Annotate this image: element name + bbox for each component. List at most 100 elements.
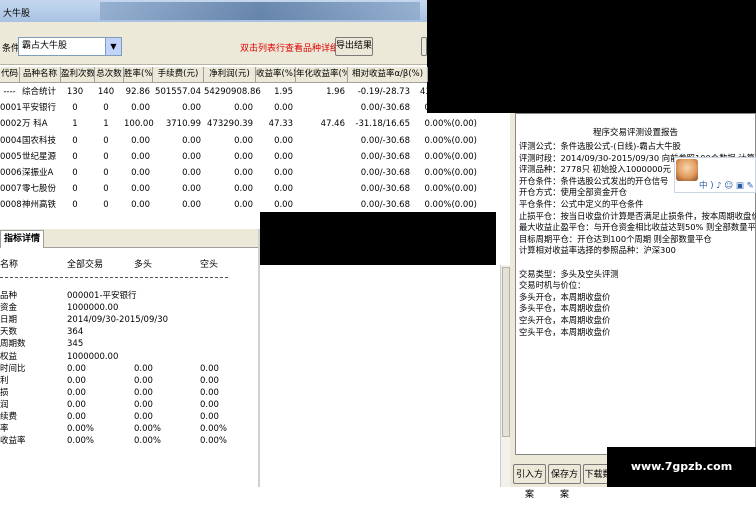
- blacked-out-area: [427, 0, 756, 113]
- detail-short-value: 0.00: [200, 412, 219, 422]
- grid-header: 代码 品种名称 盈利次数 总次数 胜率(%) 手续费(元) 净利润(元) 收益率…: [0, 67, 428, 83]
- avatar[interactable]: [676, 159, 698, 181]
- condition-value: 霸占大牛股: [22, 41, 68, 51]
- report-line: 开仓方式：使用全部资金开仓: [519, 187, 627, 198]
- table-cell: 0.00: [274, 168, 293, 178]
- report-line: 评测品种：2778只 初始投入1000000元: [519, 164, 671, 175]
- detail-all-value: 0.00: [67, 363, 86, 374]
- table-cell: 0.00%(0.00): [424, 168, 477, 178]
- table-cell: 47.46: [320, 119, 345, 130]
- detail-all-value: 000001-平安银行: [67, 291, 137, 301]
- table-cell: 0008: [0, 200, 22, 211]
- detail-all-value: 1000000.00: [67, 303, 119, 314]
- table-cell: -0.19/-28.73: [357, 87, 410, 97]
- table-cell: 零七股份: [22, 184, 57, 195]
- table-cell: 0: [72, 168, 78, 178]
- table-row[interactable]: 0001 平安银行 0 0 0.00 0.00 0.00 0.00 0.00/-30.68 0.0…: [0, 100, 477, 116]
- detail-name-value: 续费: [0, 412, 18, 422]
- table-row[interactable]: 0004 国农科技 0 0 0.00 0.00 0.00 0.00 0.00/-30.68 0.0…: [0, 133, 477, 149]
- detail-long-value: 0.00: [134, 363, 153, 374]
- col-net-profit[interactable]: 净利润(元): [204, 67, 256, 82]
- table-cell: 0.00: [131, 200, 150, 211]
- dashed-separator: [0, 277, 228, 278]
- table-row[interactable]: 0007 零七股份 0 0 0.00 0.00 0.00 0.00 0.00/-30.68 0.0…: [0, 181, 477, 197]
- detail-name-value: 利: [0, 375, 9, 386]
- report-line: 计算相对收益率选择的参照品种：沪深300: [519, 245, 676, 256]
- table-cell: 130: [66, 87, 84, 97]
- table-cell: 1: [72, 119, 78, 130]
- detail-long-value: 0.00%: [134, 424, 162, 435]
- col-code[interactable]: 代码: [0, 67, 20, 82]
- detail-short-value: 0.00: [200, 387, 219, 398]
- table-cell: 0.00%(0.00): [424, 103, 477, 114]
- table-cell: 世纪星源: [22, 151, 57, 162]
- condition-select[interactable]: 霸占大牛股 ▼: [18, 37, 122, 56]
- col-win-rate[interactable]: 胜率(%): [124, 67, 153, 82]
- table-cell: 0.00%(0.00): [424, 184, 477, 195]
- table-cell: 100.00: [124, 119, 154, 130]
- detail-long-value: 0.00%: [134, 436, 162, 447]
- list-item: 损 0.00 0.00 0.00: [0, 387, 258, 399]
- save-scheme-button[interactable]: 保存方案: [548, 464, 581, 500]
- import-scheme-button[interactable]: 引入方案: [513, 464, 546, 500]
- table-cell: [296, 181, 345, 197]
- table-cell: 0.00: [131, 151, 150, 162]
- table-row[interactable]: 0006 深振业A 0 0 0.00 0.00 0.00 0.00 0.00/-30.68 0.0…: [0, 165, 477, 181]
- detail-long-value: 0.00: [134, 387, 153, 398]
- detail-all-value: 2014/09/30-2015/09/30: [67, 315, 169, 326]
- detail-short-value: 0.00%: [200, 424, 228, 435]
- detail-long-value: 0.00: [134, 375, 153, 386]
- table-cell: 0.00: [182, 151, 201, 162]
- detail-name-value: 品种: [0, 291, 18, 301]
- ime-icons[interactable]: 中 ) ♪ ☺ ▣ ✎: [699, 179, 754, 191]
- col-total-count[interactable]: 总次数: [95, 67, 124, 82]
- detail-name-value: 资金: [0, 303, 18, 314]
- list-item: 率 0.00% 0.00% 0.00%: [0, 423, 258, 435]
- table-cell: 3710.99: [165, 119, 201, 130]
- table-cell: 0.00: [182, 135, 201, 146]
- detail-col-all: 全部交易: [67, 260, 104, 270]
- list-item: 润 0.00 0.00 0.00: [0, 399, 258, 411]
- table-row[interactable]: 0008 神州高铁 0 0 0.00 0.00 0.00 0.00 0.00/-30.68 0.0…: [0, 197, 477, 213]
- detail-name-value: 率: [0, 424, 9, 435]
- table-cell: 0: [72, 184, 78, 195]
- title-bar: 大牛股: [0, 0, 427, 22]
- input-method-toolbar[interactable]: 中 ) ♪ ☺ ▣ ✎: [674, 157, 756, 193]
- table-cell: [296, 149, 345, 165]
- col-win-count[interactable]: 盈利次数: [61, 67, 95, 82]
- scrollbar-thumb[interactable]: [502, 267, 510, 437]
- blacked-out-area-2: [260, 212, 496, 265]
- detail-all-value: 0.00: [67, 375, 86, 386]
- tab-indicator-details[interactable]: 指标详情: [0, 230, 45, 248]
- table-cell: 0.00: [182, 184, 201, 195]
- table-cell: 0.00: [274, 151, 293, 162]
- panel-divider[interactable]: [258, 229, 260, 487]
- col-fee[interactable]: 手续费(元): [153, 67, 204, 82]
- table-cell: 0.00: [182, 168, 201, 178]
- table-cell: 国农科技: [22, 135, 57, 146]
- report-line: 评测公式：条件选股公式-(日线)-霸占大牛股: [519, 141, 681, 151]
- export-button[interactable]: 导出结果: [335, 37, 373, 56]
- col-annual-return[interactable]: 年化收益率(%): [296, 67, 348, 82]
- detail-short-value: 0.00: [200, 363, 219, 374]
- detail-all-value: 345: [67, 339, 84, 350]
- table-row[interactable]: 0005 世纪星源 0 0 0.00 0.00 0.00 0.00 0.00/-30.68 0.0…: [0, 149, 477, 165]
- table-cell: 0.00: [234, 135, 253, 146]
- table-cell: 0.00%(0.00): [424, 119, 477, 130]
- chevron-down-icon[interactable]: ▼: [105, 38, 121, 55]
- col-name[interactable]: 品种名称: [20, 67, 61, 82]
- table-cell: 0002: [0, 119, 22, 130]
- col-relative-return[interactable]: 相对收益率α/β(%): [348, 67, 428, 82]
- table-row[interactable]: 0002 万 科A 1 1 100.00 3710.99 473290.39 47.33 47.…: [0, 116, 477, 132]
- report-line: 目标周期平仓：开仓达到100个周期 则全部数量平仓: [519, 233, 712, 244]
- list-item: 时间比 0.00 0.00 0.00: [0, 363, 258, 375]
- col-return[interactable]: 收益率(%): [256, 67, 296, 82]
- table-cell: 0: [103, 168, 109, 178]
- detail-all-value: 364: [67, 327, 84, 338]
- table-cell: ----: [3, 87, 16, 97]
- detail-col-long: 多头: [134, 260, 153, 270]
- table-cell: 0: [72, 151, 78, 162]
- table-cell: 0007: [0, 184, 22, 195]
- table-row[interactable]: ---- 综合统计 130 140 92.86 501557.04 54290908.86 1…: [0, 84, 430, 100]
- detail-all-value: 0.00: [67, 412, 86, 422]
